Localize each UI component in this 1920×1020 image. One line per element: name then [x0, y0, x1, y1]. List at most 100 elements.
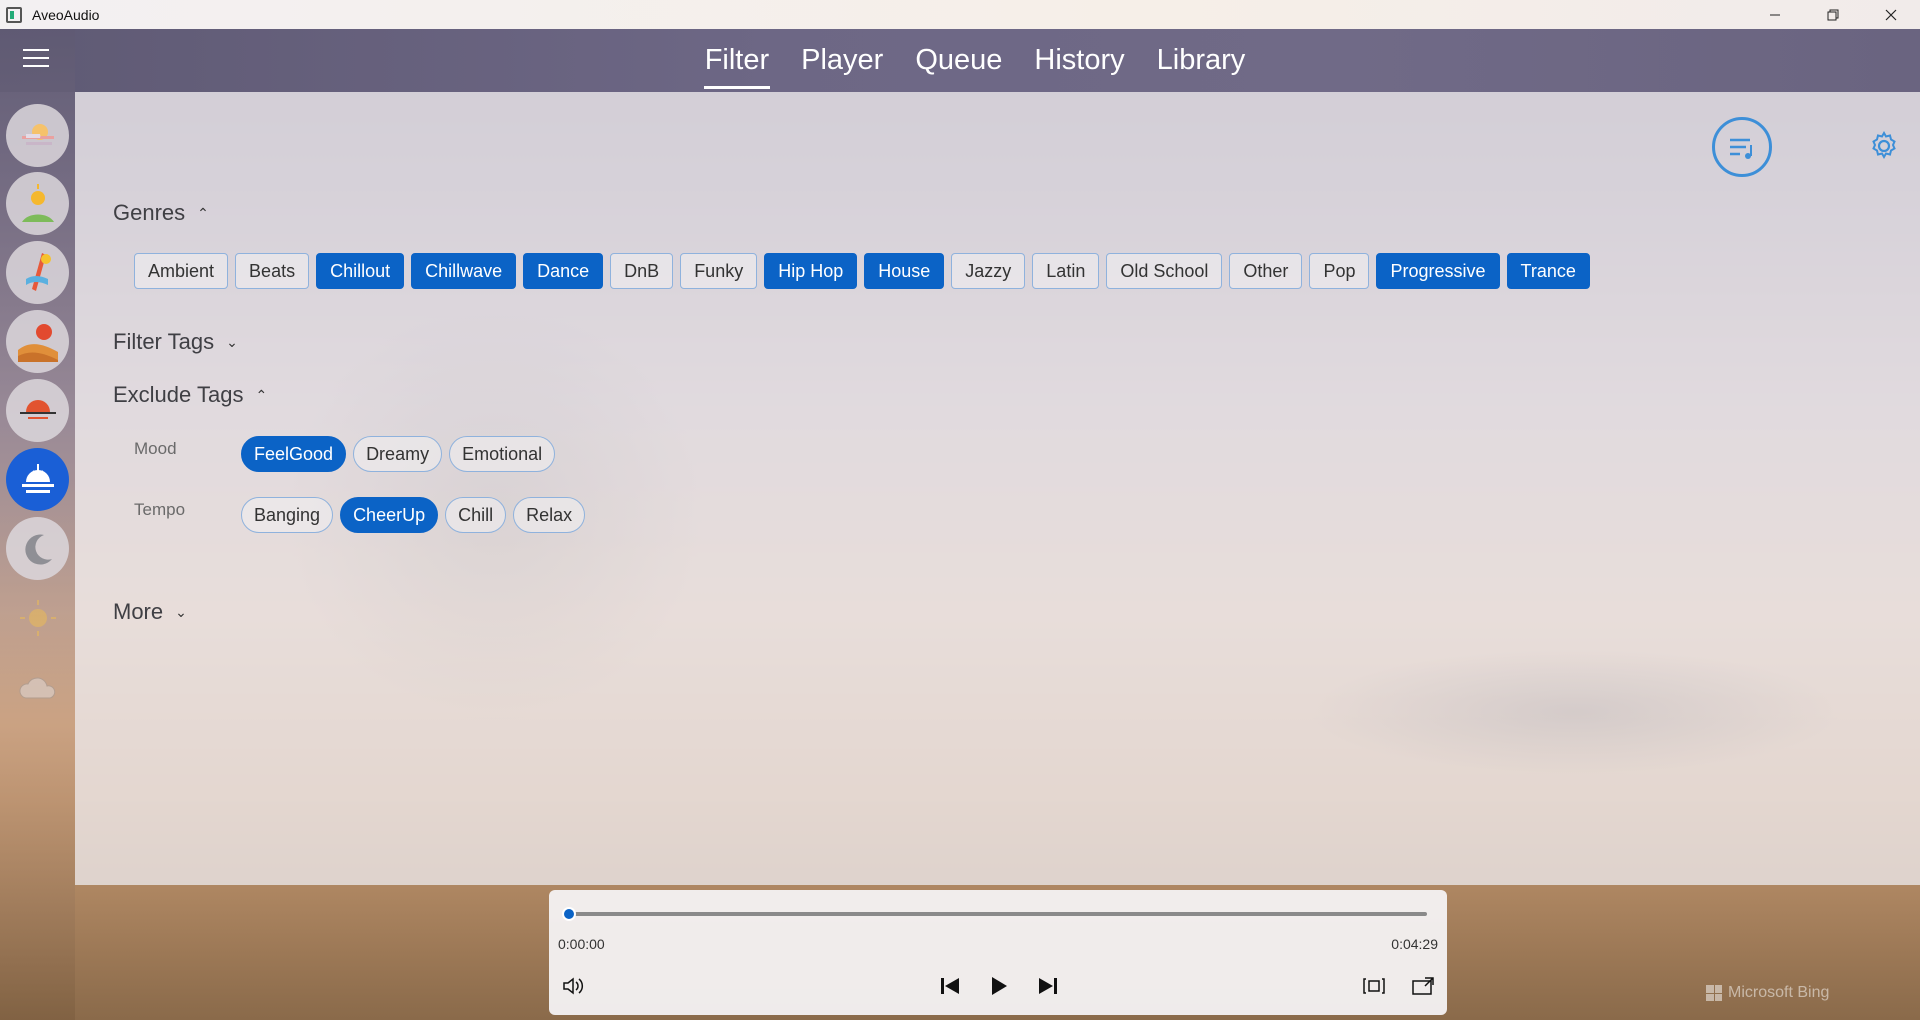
previous-button[interactable] — [936, 972, 964, 1000]
restore-icon — [1827, 9, 1839, 20]
sunset-horizon-icon — [19, 399, 56, 419]
genre-chip[interactable]: Trance — [1506, 253, 1590, 289]
open-window-icon — [1412, 977, 1434, 995]
tab-filter[interactable]: Filter — [703, 44, 771, 89]
genre-chip-list: Ambient Beats Chillout Chillwave Dance D… — [134, 253, 1590, 289]
genres-heading: Genres — [113, 200, 186, 225]
genre-chip[interactable]: Dance — [523, 253, 604, 289]
surf-icon — [25, 252, 51, 291]
moon-icon — [24, 534, 52, 565]
genre-chip[interactable]: Pop — [1309, 253, 1370, 289]
elapsed-time: 0:00:00 — [558, 936, 605, 952]
rail-surf-button[interactable] — [6, 241, 69, 304]
filter-tags-header[interactable]: Filter Tags ⌄ — [113, 329, 238, 355]
total-duration: 0:04:29 — [1391, 936, 1438, 952]
minimize-button[interactable] — [1746, 0, 1804, 29]
genre-chip[interactable]: Beats — [235, 253, 310, 289]
tempo-tag-chip[interactable]: Banging — [241, 497, 334, 533]
tab-history[interactable]: History — [1033, 44, 1125, 77]
genre-chip[interactable]: DnB — [610, 253, 674, 289]
filter-tags-heading: Filter Tags — [113, 329, 215, 354]
rail-sunrise-cloud-button[interactable] — [6, 104, 69, 167]
gear-icon — [1872, 130, 1896, 160]
genre-chip[interactable]: Other — [1229, 253, 1303, 289]
rail-sun-down-button[interactable] — [6, 448, 69, 511]
windows-logo-icon — [1706, 985, 1722, 1001]
rail-cloud-button[interactable] — [6, 655, 69, 718]
seek-thumb[interactable] — [562, 907, 576, 921]
mood-tag-chip[interactable]: Emotional — [449, 436, 556, 472]
title-bar: AveoAudio — [0, 0, 1920, 29]
cloud-icon — [18, 676, 55, 698]
rail-desert-sun-button[interactable] — [6, 310, 69, 373]
settings-button[interactable] — [1868, 130, 1900, 162]
exclude-tags-heading: Exclude Tags — [113, 382, 244, 407]
seek-track[interactable] — [569, 912, 1427, 916]
rail-sun-button[interactable] — [6, 586, 69, 649]
chevron-down-icon: ⌄ — [226, 333, 238, 350]
next-button[interactable] — [1034, 972, 1062, 1000]
mood-tag-list: FeelGood Dreamy Emotional — [241, 436, 556, 472]
mood-tag-chip[interactable]: Dreamy — [353, 436, 443, 472]
genre-chip[interactable]: Old School — [1106, 253, 1223, 289]
chevron-up-icon: ⌃ — [197, 204, 209, 221]
restore-button[interactable] — [1804, 0, 1862, 29]
tempo-tag-chip[interactable]: Relax — [513, 497, 586, 533]
tab-queue[interactable]: Queue — [914, 44, 1003, 77]
sunrise-cloud-icon — [21, 123, 54, 145]
rail-sunset-horizon-button[interactable] — [6, 379, 69, 442]
genre-chip[interactable]: Jazzy — [951, 253, 1026, 289]
genres-header[interactable]: Genres ⌃ — [113, 200, 209, 226]
chevron-down-icon: ⌄ — [175, 603, 187, 620]
filter-panel — [75, 92, 1920, 885]
mood-label: Mood — [134, 439, 177, 458]
rail-moon-button[interactable] — [6, 517, 69, 580]
more-heading: More — [113, 599, 164, 624]
minimize-icon — [1770, 14, 1780, 15]
more-header[interactable]: More ⌄ — [113, 599, 187, 625]
bing-watermark: Microsoft Bing — [1706, 984, 1829, 1002]
genre-chip[interactable]: House — [864, 253, 945, 289]
tab-player[interactable]: Player — [800, 44, 884, 77]
genre-chip[interactable]: Chillout — [316, 253, 405, 289]
window-controls — [1746, 0, 1920, 29]
genre-chip[interactable]: Latin — [1032, 253, 1100, 289]
mood-tag-chip[interactable]: FeelGood — [241, 436, 347, 472]
mini-player-button[interactable] — [1409, 972, 1437, 1000]
genre-chip[interactable]: Chillwave — [411, 253, 517, 289]
sun-landscape-icon — [21, 183, 54, 222]
top-navigation: Filter Player Queue History Library — [0, 29, 1920, 92]
close-button[interactable] — [1862, 0, 1920, 29]
genre-chip[interactable]: Funky — [680, 253, 758, 289]
tempo-tag-chip[interactable]: Chill — [445, 497, 507, 533]
rail-sun-landscape-button[interactable] — [6, 172, 69, 235]
left-rail — [0, 29, 75, 1020]
sun-icon — [19, 599, 56, 636]
close-icon — [1885, 9, 1897, 20]
tab-library[interactable]: Library — [1156, 44, 1247, 77]
play-icon — [992, 977, 1007, 995]
compact-view-button[interactable] — [1360, 972, 1388, 1000]
refresh-playlist-button[interactable] — [1712, 117, 1772, 177]
genre-chip[interactable]: Progressive — [1376, 253, 1500, 289]
player-bar: 0:00:00 0:04:29 — [549, 890, 1447, 1015]
volume-icon — [563, 977, 584, 995]
genre-chip[interactable]: Ambient — [134, 253, 229, 289]
skip-next-icon — [1039, 978, 1057, 994]
tempo-tag-list: Banging CheerUp Chill Relax — [241, 497, 586, 533]
sun-down-icon — [21, 463, 54, 493]
exclude-tags-header[interactable]: Exclude Tags ⌃ — [113, 382, 267, 408]
window-title: AveoAudio — [32, 6, 100, 23]
refresh-playlist-icon — [1730, 138, 1752, 159]
desert-sun-icon — [17, 323, 58, 362]
tempo-label: Tempo — [134, 500, 186, 519]
chevron-up-icon: ⌃ — [255, 386, 268, 403]
compact-overlay-icon — [1363, 978, 1385, 994]
play-button[interactable] — [985, 972, 1013, 1000]
bing-watermark-text: Microsoft Bing — [1728, 984, 1830, 1001]
app-icon — [6, 6, 22, 23]
tempo-tag-chip[interactable]: CheerUp — [340, 497, 439, 533]
skip-previous-icon — [941, 978, 959, 994]
genre-chip[interactable]: Hip Hop — [764, 253, 858, 289]
volume-button[interactable] — [559, 972, 587, 1000]
